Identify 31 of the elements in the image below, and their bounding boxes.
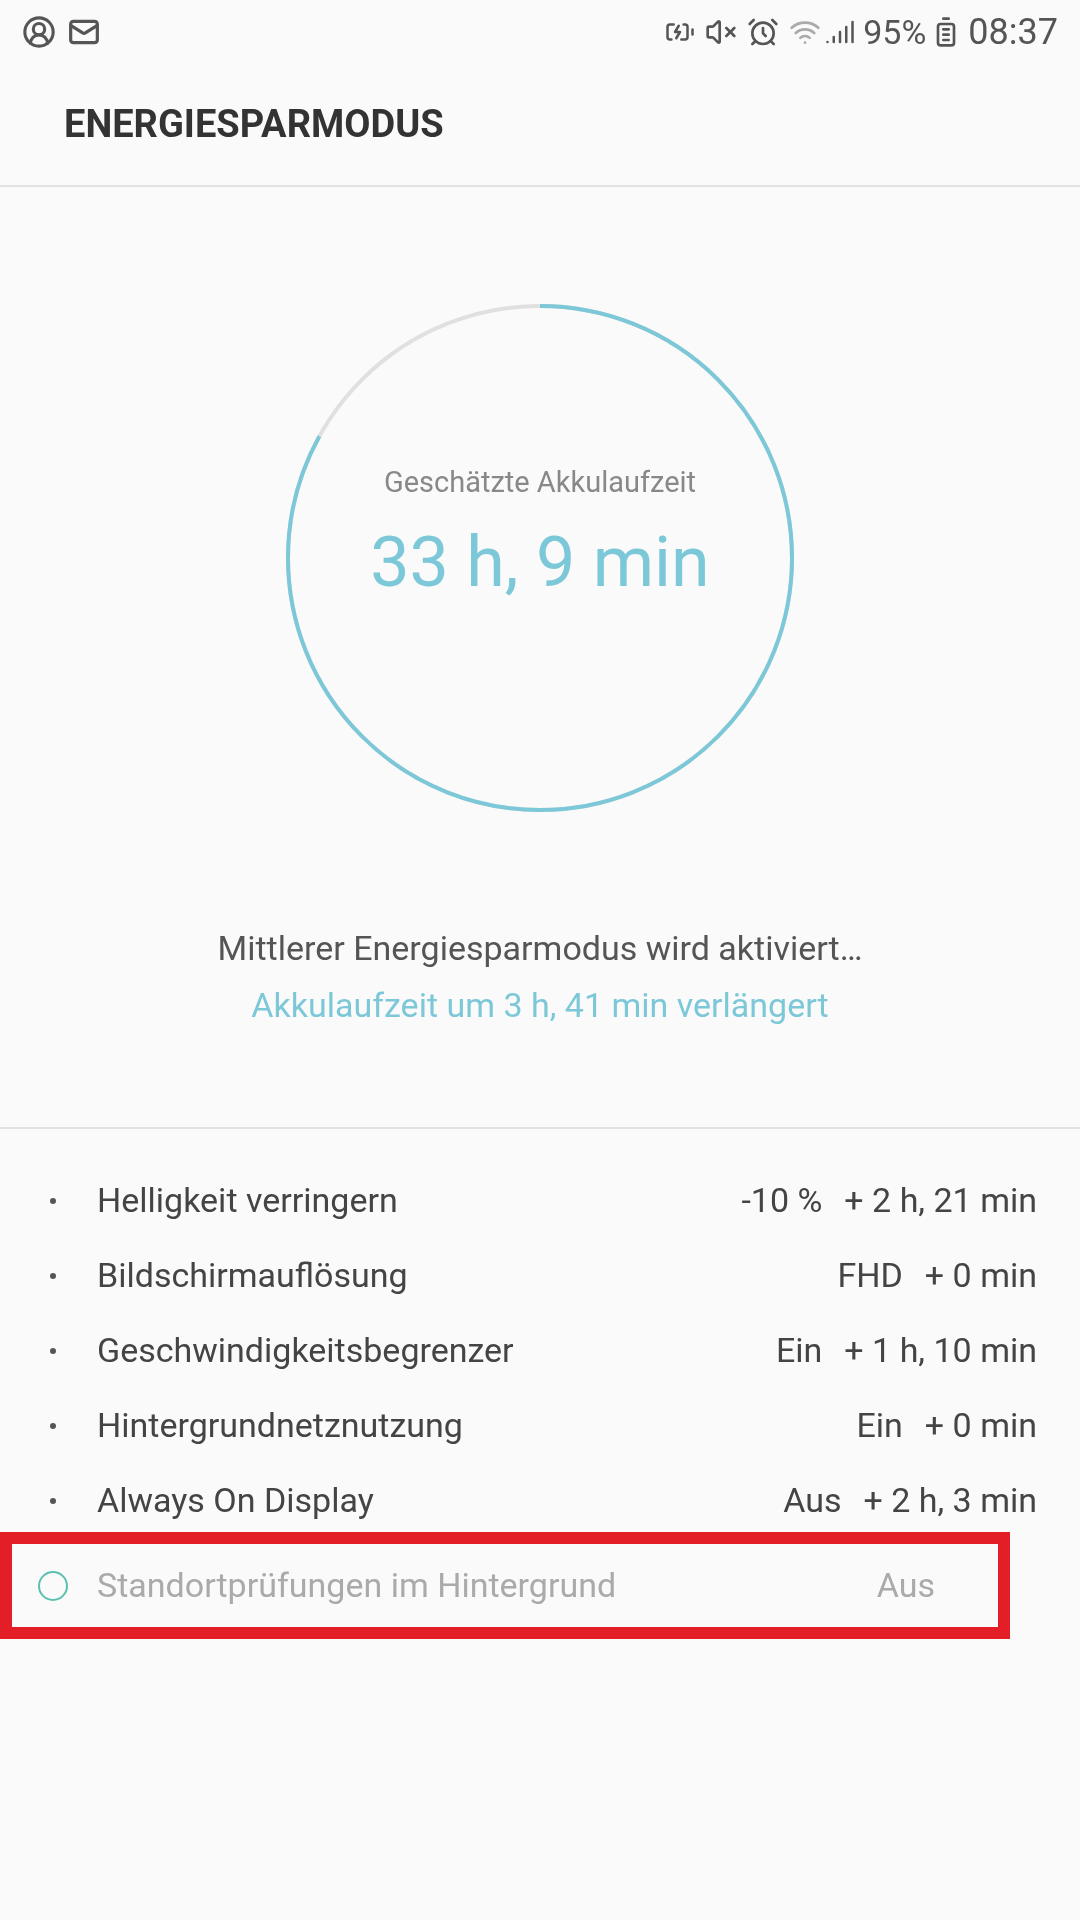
page-title: ENERGIESPARMODUS <box>64 101 444 148</box>
bullet-icon <box>50 1422 56 1429</box>
bullet-icon <box>50 1272 56 1279</box>
setting-name: Bildschirmauflösung <box>97 1254 408 1297</box>
setting-gain: + 1 h, 10 min <box>844 1329 1037 1372</box>
clock: 08:37 <box>968 10 1058 55</box>
estimate-label: Geschätzte Akkulaufzeit <box>383 463 697 501</box>
gain-text: Akkulaufzeit um 3 h, 41 min verlängert <box>251 984 829 1027</box>
setting-name: Always On Display <box>97 1479 374 1522</box>
setting-value: -10 % <box>741 1179 823 1222</box>
battery-percent: 95% <box>863 10 927 54</box>
setting-value: Ein <box>776 1329 823 1372</box>
setting-value: FHD <box>837 1254 903 1297</box>
setting-name: Hintergrundnetznutzung <box>97 1404 463 1447</box>
setting-gain: + 0 min <box>924 1254 1037 1297</box>
mode-status: Mittlerer Energiesparmodus wird aktiviert… <box>217 927 863 970</box>
bullet-icon <box>50 1197 56 1204</box>
alarm-icon <box>747 16 780 48</box>
estimate-value: 33 h, 9 min <box>370 520 710 606</box>
setting-value: Aus <box>783 1479 842 1522</box>
setting-name: Geschwindigkeitsbegrenzer <box>97 1329 514 1372</box>
account-icon <box>22 15 56 49</box>
setting-name: Standortprüfungen im Hintergrund <box>97 1564 617 1607</box>
setting-value: Aus <box>876 1564 935 1607</box>
setting-gain: + 0 min <box>924 1404 1037 1447</box>
setting-value: Ein <box>856 1404 903 1447</box>
setting-name: Helligkeit verringern <box>97 1179 398 1222</box>
bullet-icon <box>50 1497 56 1504</box>
bullet-icon <box>50 1347 56 1354</box>
setting-gain: + 2 h, 3 min <box>863 1479 1037 1522</box>
setting-gain: + 2 h, 21 min <box>844 1179 1037 1222</box>
